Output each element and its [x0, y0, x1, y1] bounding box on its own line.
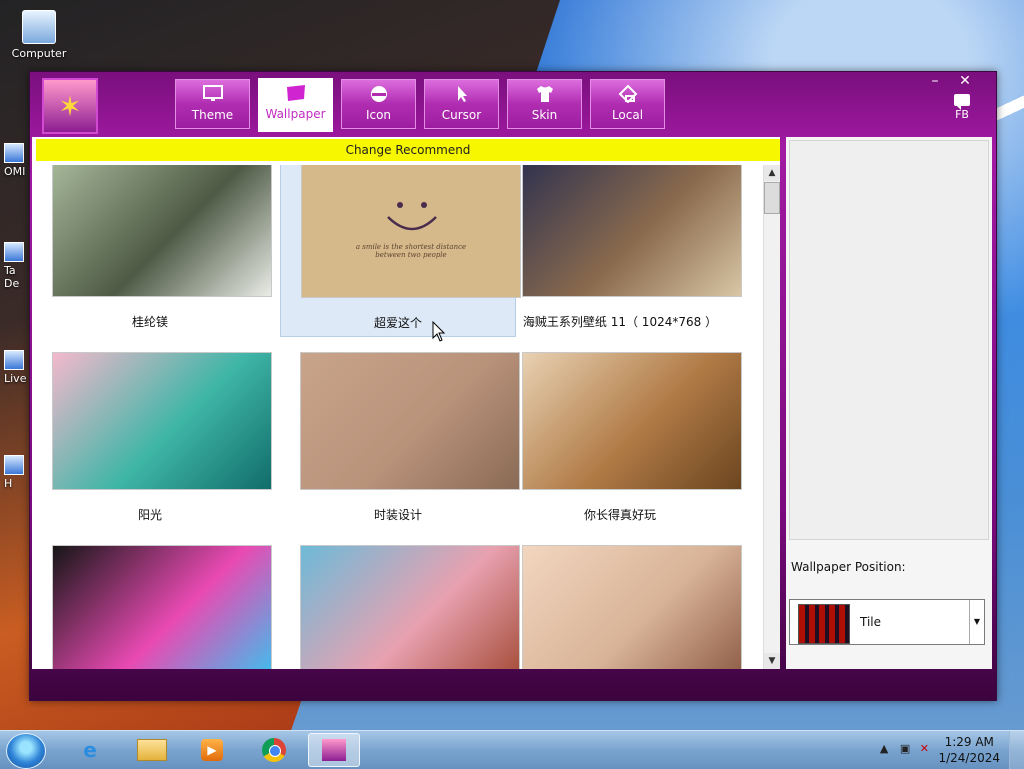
wallpaper-caption: 你长得真好玩	[583, 508, 656, 522]
tab-theme[interactable]: Theme	[175, 79, 250, 129]
wallpaper-thumbnail[interactable]: a smile is the shortest distance between…	[301, 165, 521, 298]
thumbnail-quote-text: a smile is the shortest distance between…	[355, 243, 467, 259]
taskbar: e ▶ ▲ ▣ ✕ 1:29 AM 1/24/2024	[0, 730, 1024, 769]
show-desktop-button[interactable]	[1009, 731, 1024, 769]
wallpaper-item[interactable]: 桂纶镁	[32, 165, 272, 337]
clock[interactable]: 1:29 AM 1/24/2024	[938, 734, 1000, 766]
wallpaper-item[interactable]: 你长得真好玩	[502, 340, 742, 530]
tab-cursor[interactable]: Cursor	[424, 79, 499, 129]
tile-pattern-icon	[798, 604, 850, 644]
wallpaper-caption: 时装设计	[373, 508, 422, 522]
show-hidden-icons-icon[interactable]: ▲	[880, 742, 888, 755]
clock-date: 1/24/2024	[938, 751, 1000, 765]
monitor-icon	[202, 85, 223, 101]
wallpaper-item[interactable]: a smile is the shortest distance between…	[280, 165, 521, 337]
wallpaper-thumbnail[interactable]	[522, 165, 742, 297]
tab-wallpaper[interactable]: Wallpaper	[258, 78, 333, 132]
tab-local-label: Local	[611, 108, 644, 122]
wallpaper-caption: 桂纶镁	[131, 315, 168, 329]
wallpaper-caption: 阳光	[137, 508, 162, 522]
desktop-shortcut-2[interactable]: Ta De	[4, 242, 28, 290]
desktop-shortcut-4[interactable]: H	[4, 455, 28, 490]
file-explorer-icon[interactable]	[126, 733, 178, 767]
tab-cursor-label: Cursor	[441, 108, 482, 122]
computer-desktop-icon[interactable]: Computer	[4, 10, 74, 60]
wallpaper-thumbnail[interactable]	[522, 352, 742, 490]
wallpaper-item[interactable]: 海贼王系列壁纸 11（ 1024*768 ）	[502, 165, 742, 337]
change-recommend-bar[interactable]: Change Recommend	[36, 139, 780, 161]
wallpaper-item[interactable]	[502, 533, 742, 669]
wallpaper-caption: 超爱这个	[373, 316, 422, 330]
tab-local[interactable]: Local	[590, 79, 665, 129]
tab-skin[interactable]: Skin	[507, 79, 582, 129]
preview-sidebar: Wallpaper Position: Tile ▼	[786, 137, 992, 669]
minimize-button[interactable]: –	[924, 73, 946, 89]
internet-explorer-icon[interactable]: e	[64, 733, 116, 767]
start-button[interactable]	[6, 733, 46, 769]
wallpaper-icon	[286, 85, 305, 101]
network-icon[interactable]: ▣	[900, 742, 910, 755]
chat-bubble-icon	[954, 94, 970, 110]
scroll-up-arrow-icon[interactable]: ▲	[764, 165, 780, 181]
tab-icon-label: Icon	[365, 108, 392, 122]
feedback-button[interactable]: FB	[954, 94, 970, 121]
wallpaper-thumbnail[interactable]	[52, 352, 272, 490]
wallpaper-thumbnail[interactable]	[300, 545, 520, 669]
local-icon	[618, 85, 637, 103]
shortcut-icon	[4, 455, 24, 475]
wallpaper-preview	[789, 140, 989, 540]
wallpaper-position-value: Tile	[860, 615, 882, 629]
dropdown-arrow-icon[interactable]: ▼	[969, 600, 984, 644]
tab-wallpaper-label: Wallpaper	[265, 107, 326, 121]
cursor-icon	[457, 86, 467, 102]
wallpaper-item[interactable]	[32, 533, 272, 669]
computer-label: Computer	[11, 47, 67, 60]
tab-skin-label: Skin	[531, 108, 558, 122]
computer-icon	[22, 10, 56, 44]
wallpaper-panel: Change Recommend 桂纶镁 a smile is the short…	[32, 137, 780, 669]
wallpaper-item[interactable]	[280, 533, 520, 669]
tab-theme-label: Theme	[191, 108, 234, 122]
shirt-icon	[536, 86, 553, 102]
scroll-thumb[interactable]	[764, 182, 780, 214]
scroll-down-arrow-icon[interactable]: ▼	[764, 653, 780, 669]
wallpaper-caption: 海贼王系列壁纸 11（ 1024*768 ）	[522, 315, 718, 329]
wallpaper-grid: 桂纶镁 a smile is the shortest distance betw…	[32, 165, 764, 669]
wallpaper-position-label: Wallpaper Position:	[791, 560, 906, 574]
wallpaper-thumbnail[interactable]	[522, 545, 742, 669]
smiley-face-icon	[387, 202, 437, 231]
wallpaper-item[interactable]: 时装设计	[280, 340, 520, 530]
desktop-shortcut-3[interactable]: Live	[4, 350, 28, 385]
clock-time: 1:29 AM	[944, 735, 994, 749]
close-button[interactable]: ✕	[954, 73, 976, 89]
media-player-icon[interactable]: ▶	[186, 733, 238, 767]
theme-app-icon[interactable]	[308, 733, 360, 767]
app-logo: ✶	[42, 78, 98, 134]
icon-tab-icon	[370, 86, 387, 102]
shortcut-icon	[4, 242, 24, 262]
wallpaper-item[interactable]: 阳光	[32, 340, 272, 530]
tab-bar: Theme Wallpaper Icon Cursor Skin Local	[175, 78, 665, 133]
shortcut-icon	[4, 143, 24, 163]
shortcut-icon	[4, 350, 24, 370]
wallpaper-position-dropdown[interactable]: Tile ▼	[789, 599, 985, 645]
wallpaper-thumbnail[interactable]	[52, 165, 272, 297]
wallpaper-thumbnail[interactable]	[300, 352, 520, 490]
tab-icon[interactable]: Icon	[341, 79, 416, 129]
mouse-pointer-icon	[432, 321, 446, 342]
wallpaper-thumbnail[interactable]	[52, 545, 272, 669]
desktop-shortcut-1[interactable]: OMI	[4, 143, 28, 178]
volume-muted-icon[interactable]: ✕	[920, 742, 929, 755]
system-tray: ▲ ▣ ✕	[880, 742, 929, 755]
chrome-icon[interactable]	[248, 733, 300, 767]
vertical-scrollbar[interactable]: ▲ ▼	[763, 165, 780, 669]
theme-app-window: ✶ Theme Wallpaper Icon Cursor Skin Local…	[29, 71, 997, 701]
